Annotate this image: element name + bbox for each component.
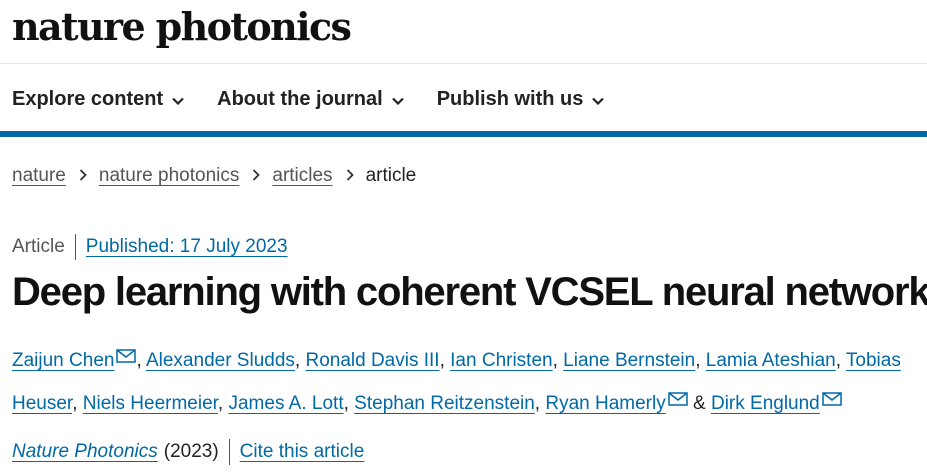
author-link[interactable]: Ryan Hamerly xyxy=(545,393,665,414)
author-link[interactable]: Niels Heermeier xyxy=(83,393,218,414)
mail-icon[interactable] xyxy=(667,381,688,421)
breadcrumb: nature nature photonics articles article xyxy=(12,165,416,187)
header-divider xyxy=(0,63,927,64)
author-link[interactable]: Ian Christen xyxy=(450,350,552,371)
author-link[interactable]: James A. Lott xyxy=(228,393,343,414)
chevron-right-icon xyxy=(252,165,261,187)
author-link[interactable]: Zaijun Chen xyxy=(12,350,114,371)
chevron-right-icon xyxy=(79,165,87,187)
author-link[interactable]: Stephan Reitzenstein xyxy=(354,393,535,414)
breadcrumb-item-nature[interactable]: nature xyxy=(12,165,66,187)
publication-year: (2023) xyxy=(164,439,230,465)
mail-icon[interactable] xyxy=(822,381,842,421)
article-meta: Article Published: 17 July 2023 xyxy=(12,234,288,260)
cite-this-article-link[interactable]: Cite this article xyxy=(240,441,365,463)
citation-line: Nature Photonics (2023) Cite this articl… xyxy=(12,439,364,465)
nav-accent-bar xyxy=(0,131,927,137)
journal-logo[interactable]: nature photonics xyxy=(12,4,352,49)
main-nav: Explore content About the journal Publis… xyxy=(0,83,605,115)
journal-name-link[interactable]: Nature Photonics xyxy=(12,441,158,463)
author-link[interactable]: Dirk Englund xyxy=(711,393,820,414)
chevron-down-icon xyxy=(592,88,605,111)
author-list: Zaijun Chen, Alexander Sludds, Ronald Da… xyxy=(12,338,924,424)
author-link[interactable]: Liane Bernstein xyxy=(563,350,695,371)
author-link[interactable]: Ronald Davis III xyxy=(305,350,439,371)
breadcrumb-current: article xyxy=(365,165,417,186)
nav-item-label: About the journal xyxy=(217,87,383,110)
nav-about-the-journal[interactable]: About the journal xyxy=(217,83,404,115)
article-type: Article xyxy=(12,234,76,260)
chevron-right-icon xyxy=(346,165,354,187)
breadcrumb-item-nature-photonics[interactable]: nature photonics xyxy=(99,165,240,187)
nav-publish-with-us[interactable]: Publish with us xyxy=(437,83,605,115)
author-link[interactable]: Lamia Ateshian xyxy=(706,350,836,371)
article-title: Deep learning with coherent VCSEL neural… xyxy=(12,270,927,314)
nav-item-label: Explore content xyxy=(12,87,164,110)
chevron-down-icon xyxy=(391,88,404,111)
nav-item-label: Publish with us xyxy=(436,87,584,110)
author-link[interactable]: Alexander Sludds xyxy=(146,350,295,371)
breadcrumb-item-articles[interactable]: articles xyxy=(272,165,332,187)
nav-explore-content[interactable]: Explore content xyxy=(12,83,184,115)
chevron-down-icon xyxy=(172,88,184,111)
mail-icon[interactable] xyxy=(116,338,137,378)
published-date-link[interactable]: Published: 17 July 2023 xyxy=(86,236,288,258)
